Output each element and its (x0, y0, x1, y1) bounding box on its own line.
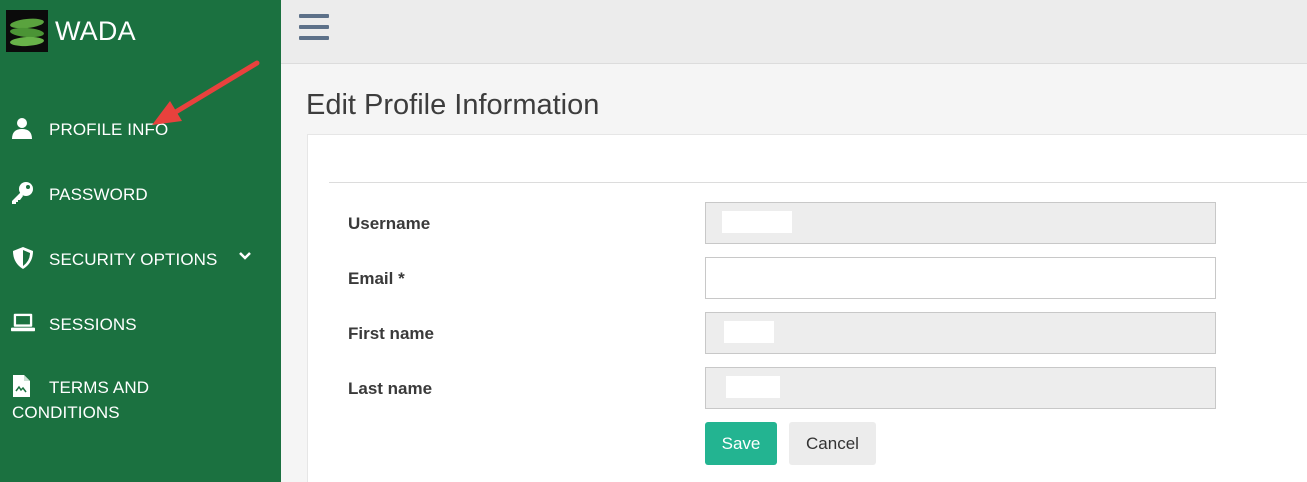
page-title: Edit Profile Information (306, 89, 600, 121)
divider (329, 182, 1307, 183)
redacted-value (726, 376, 780, 398)
brand-name: WADA (55, 15, 136, 46)
sidebar-item-label: SECURITY OPTIONS (49, 250, 218, 269)
main-content: Edit Profile Information Username Email … (281, 65, 1307, 482)
sidebar-item-password[interactable]: PASSWORD (0, 181, 281, 211)
sidebar: WADA PROFILE INFO PASSWORD SECURITY OPTI… (0, 0, 281, 482)
user-icon (12, 118, 32, 139)
redacted-value (722, 211, 792, 233)
shield-icon (13, 247, 33, 269)
sidebar-item-security-options[interactable]: SECURITY OPTIONS (0, 246, 281, 276)
key-icon (12, 182, 33, 204)
document-icon (13, 375, 30, 397)
form-row-username: Username (308, 202, 1307, 244)
form-row-email: Email * (308, 257, 1307, 299)
form-row-last-name: Last name (308, 367, 1307, 409)
wada-logo-icon (6, 10, 48, 52)
sidebar-item-label: PASSWORD (49, 185, 148, 204)
sidebar-item-sessions[interactable]: SESSIONS (0, 311, 281, 341)
sidebar-item-label: TERMS AND (49, 378, 150, 397)
email-label: Email * (348, 269, 405, 288)
chevron-down-icon[interactable] (238, 249, 252, 263)
profile-form-card: Username Email * First name Last name Sa… (307, 134, 1307, 482)
laptop-icon (11, 313, 35, 332)
last-name-field[interactable] (705, 367, 1216, 409)
sidebar-item-label: SESSIONS (49, 315, 137, 334)
brand[interactable]: WADA (6, 10, 136, 52)
cancel-button[interactable]: Cancel (789, 422, 876, 465)
topbar (281, 0, 1307, 64)
first-name-label: First name (348, 324, 434, 343)
hamburger-icon[interactable] (299, 14, 329, 40)
sidebar-item-profile-info[interactable]: PROFILE INFO (0, 116, 281, 146)
last-name-label: Last name (348, 379, 433, 398)
form-row-first-name: First name (308, 312, 1307, 354)
sidebar-item-label: PROFILE INFO (49, 120, 169, 139)
redacted-value (724, 321, 774, 343)
first-name-field[interactable] (705, 312, 1216, 354)
sidebar-item-terms-and-conditions[interactable]: TERMS AND CONDITIONS (0, 374, 281, 434)
sidebar-item-label-line2: CONDITIONS (12, 403, 120, 422)
save-button[interactable]: Save (705, 422, 777, 465)
username-label: Username (348, 214, 431, 233)
email-field[interactable] (705, 257, 1216, 299)
